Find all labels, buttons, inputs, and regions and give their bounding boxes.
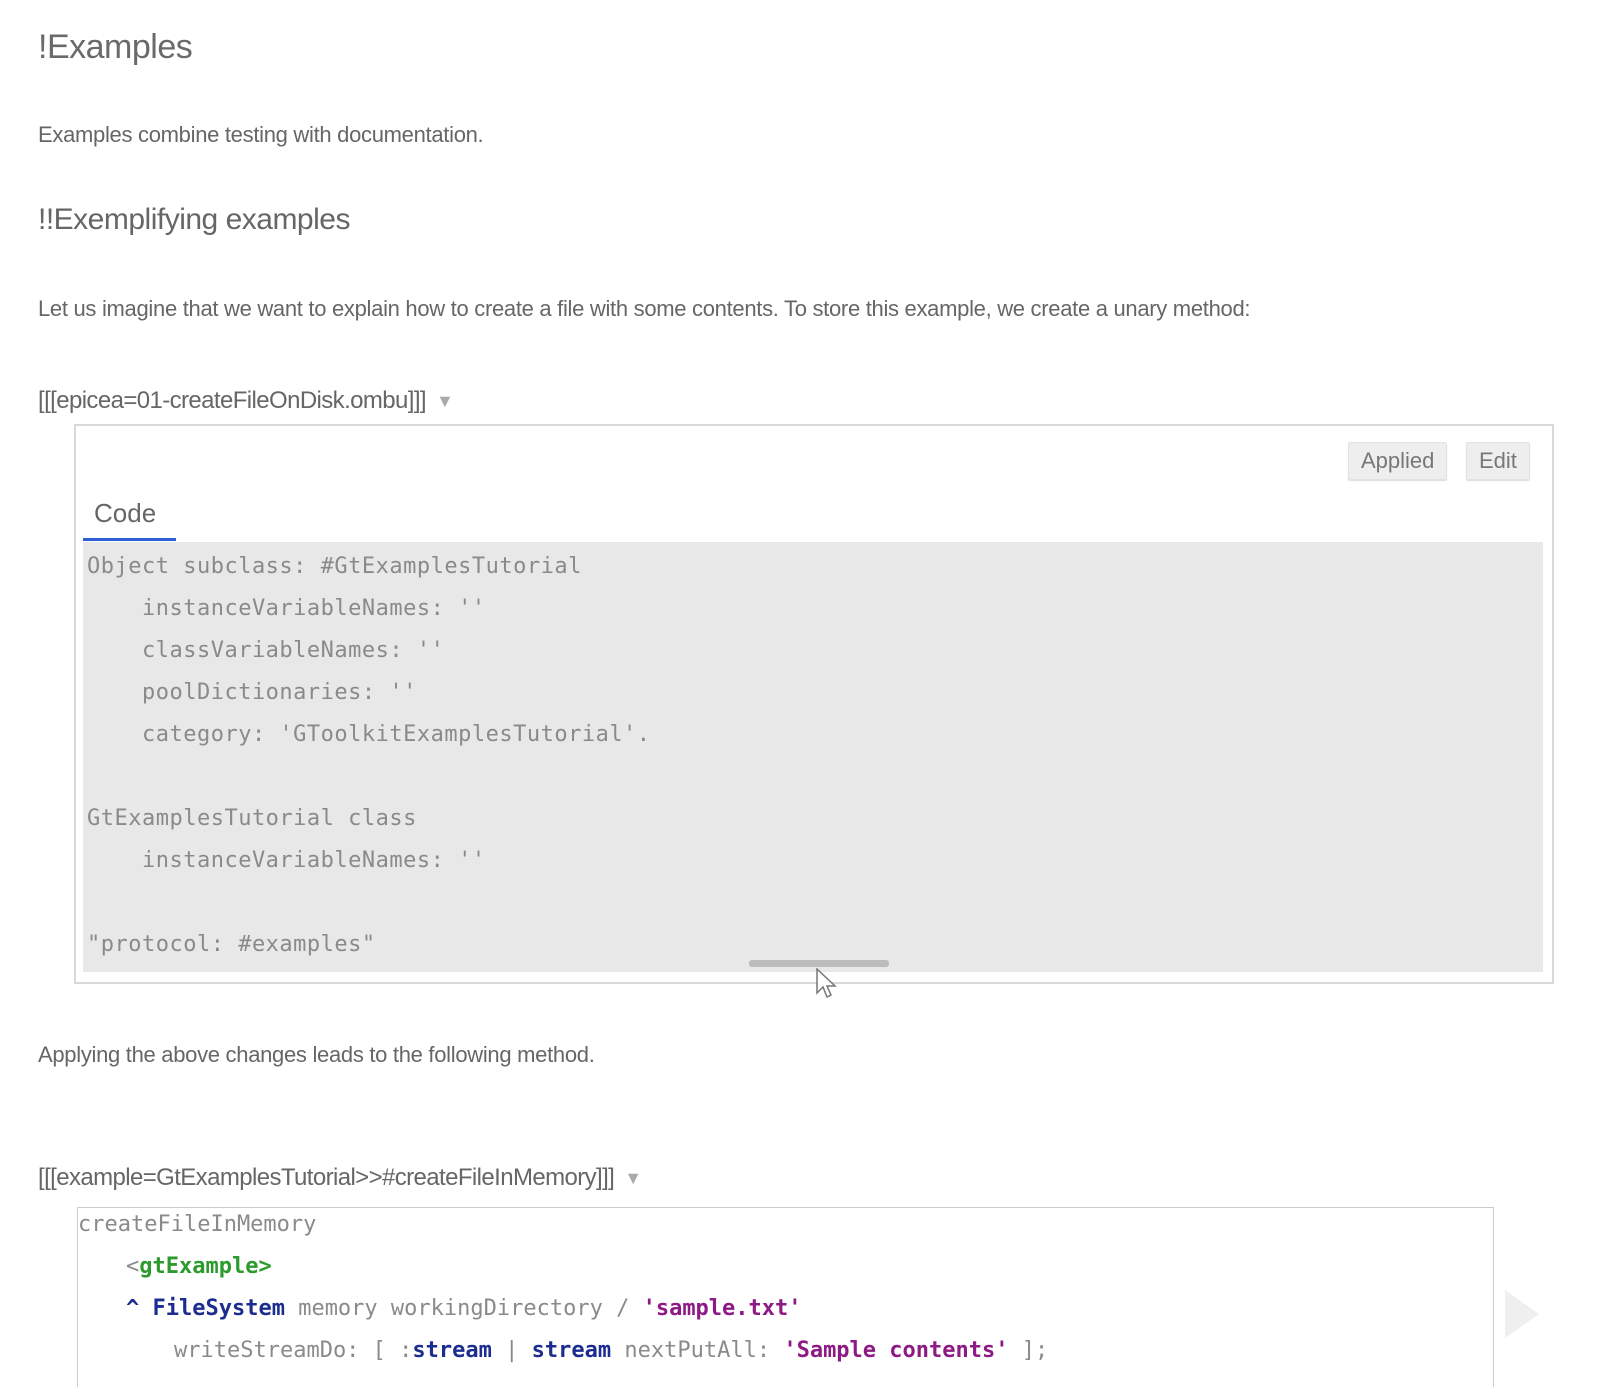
- code-line: instanceVariableNames: '': [87, 848, 486, 873]
- example-code-panel[interactable]: createFileInMemory <gtExample> ^ FileSys…: [77, 1207, 1494, 1387]
- example-annotation-text: [[[example=GtExamplesTutorial>>#createFi…: [38, 1164, 615, 1191]
- intro-paragraph: Examples combine testing with documentat…: [38, 122, 484, 147]
- code-line-return: ^ FileSystem memory workingDirectory / '…: [126, 1296, 802, 1321]
- string-literal: 'Sample contents': [783, 1338, 1009, 1363]
- pragma-open: <: [126, 1254, 140, 1279]
- tab-code-underline: [83, 538, 176, 541]
- message: writeStreamDo: [ :: [174, 1338, 413, 1363]
- imagine-paragraph: Let us imagine that we want to explain h…: [38, 296, 1251, 321]
- code-line: GtExamplesTutorial class: [87, 806, 417, 831]
- code-line: category: 'GToolkitExamplesTutorial'.: [87, 722, 651, 747]
- code-view[interactable]: Object subclass: #GtExamplesTutorial ins…: [83, 542, 1543, 972]
- code-line: "protocol: #examples": [87, 932, 376, 957]
- code-line: Object subclass: #GtExamplesTutorial: [87, 554, 582, 579]
- code-line: classVariableNames: '': [87, 638, 445, 663]
- code-line-write: writeStreamDo: [ :stream | stream nextPu…: [174, 1338, 1048, 1363]
- block-close: ];: [1008, 1338, 1049, 1363]
- section-heading: !!Exemplifying examples: [38, 203, 350, 236]
- message: memory workingDirectory /: [284, 1296, 643, 1321]
- block-arg: stream: [412, 1338, 492, 1363]
- method-name: createFileInMemory: [78, 1212, 317, 1237]
- play-arrow-icon[interactable]: [1505, 1290, 1539, 1338]
- bar: |: [491, 1338, 532, 1363]
- mouse-pointer-icon: [816, 968, 837, 999]
- applied-button[interactable]: Applied: [1348, 442, 1448, 480]
- caret: ^: [126, 1296, 153, 1321]
- epicea-annotation-text: [[[epicea=01-createFileOnDisk.ombu]]]: [38, 387, 427, 414]
- applying-paragraph: Applying the above changes leads to the …: [38, 1042, 595, 1067]
- example-annotation[interactable]: [[[example=GtExamplesTutorial>>#createFi…: [38, 1164, 642, 1192]
- message: nextPutAll:: [611, 1338, 784, 1363]
- epicea-annotation[interactable]: [[[epicea=01-createFileOnDisk.ombu]]] ▼: [38, 387, 454, 415]
- expand-triangle-icon[interactable]: ▼: [436, 391, 454, 412]
- class-name: FileSystem: [152, 1296, 285, 1321]
- change-panel: Applied Edit Code Object subclass: #GtEx…: [74, 424, 1554, 984]
- edit-button[interactable]: Edit: [1466, 442, 1530, 480]
- expand-triangle-icon[interactable]: ▼: [624, 1168, 642, 1189]
- pragma-line: <gtExample>: [126, 1254, 272, 1279]
- page-title: !Examples: [38, 28, 193, 66]
- variable: stream: [531, 1338, 612, 1363]
- code-line: poolDictionaries: '': [87, 680, 417, 705]
- horizontal-scrollbar[interactable]: [749, 960, 889, 967]
- pragma-text: gtExample>: [139, 1254, 272, 1279]
- code-line: instanceVariableNames: '': [87, 596, 486, 621]
- tab-code[interactable]: Code: [94, 498, 156, 529]
- string-literal: 'sample.txt': [642, 1296, 802, 1321]
